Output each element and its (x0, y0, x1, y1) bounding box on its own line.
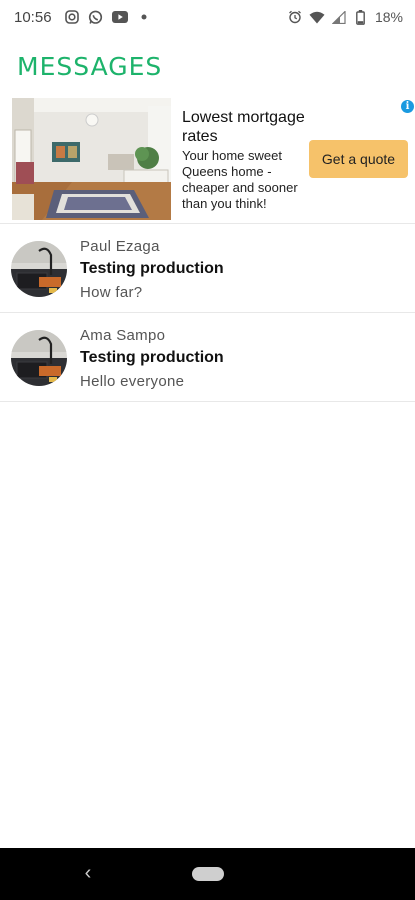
ad-info-icon[interactable]: i (401, 100, 414, 113)
navigation-bar: ‹ (0, 848, 415, 900)
get-quote-button[interactable]: Get a quote (309, 140, 408, 178)
status-left: 10:56 (0, 9, 152, 26)
message-subject: Testing production (80, 260, 224, 277)
message-subject: Testing production (80, 349, 224, 366)
ad-image[interactable] (12, 98, 171, 220)
status-bar: 10:56 18% (0, 0, 415, 34)
message-item[interactable]: Paul Ezaga Testing production How far? (0, 224, 415, 312)
youtube-icon (111, 9, 128, 25)
wifi-icon (309, 9, 325, 25)
ad-headline[interactable]: Lowest mortgage rates (182, 108, 316, 146)
dot-icon (136, 9, 152, 25)
signal-icon (331, 9, 347, 25)
battery-icon (353, 9, 369, 25)
ad-text[interactable]: Lowest mortgage rates Your home sweet Qu… (182, 108, 316, 212)
message-preview: How far? (80, 284, 143, 301)
status-right: 18% (287, 9, 415, 25)
back-button[interactable]: ‹ (78, 862, 98, 884)
battery-percentage: 18% (374, 9, 403, 25)
message-preview: Hello everyone (80, 373, 185, 390)
instagram-icon (64, 9, 80, 25)
status-time: 10:56 (14, 8, 52, 26)
page-title: MESSAGES (17, 52, 163, 81)
ad-body[interactable]: Your home sweet Queens home - cheaper an… (182, 148, 316, 212)
avatar (11, 330, 67, 386)
message-sender: Paul Ezaga (80, 238, 160, 255)
message-item[interactable]: Ama Sampo Testing production Hello every… (0, 313, 415, 401)
home-button[interactable] (192, 867, 224, 881)
message-sender: Ama Sampo (80, 327, 166, 344)
whatsapp-icon (88, 9, 104, 25)
ad-banner[interactable]: Lowest mortgage rates Your home sweet Qu… (12, 98, 415, 222)
divider (0, 401, 415, 402)
avatar (11, 241, 67, 297)
alarm-icon (287, 9, 303, 25)
